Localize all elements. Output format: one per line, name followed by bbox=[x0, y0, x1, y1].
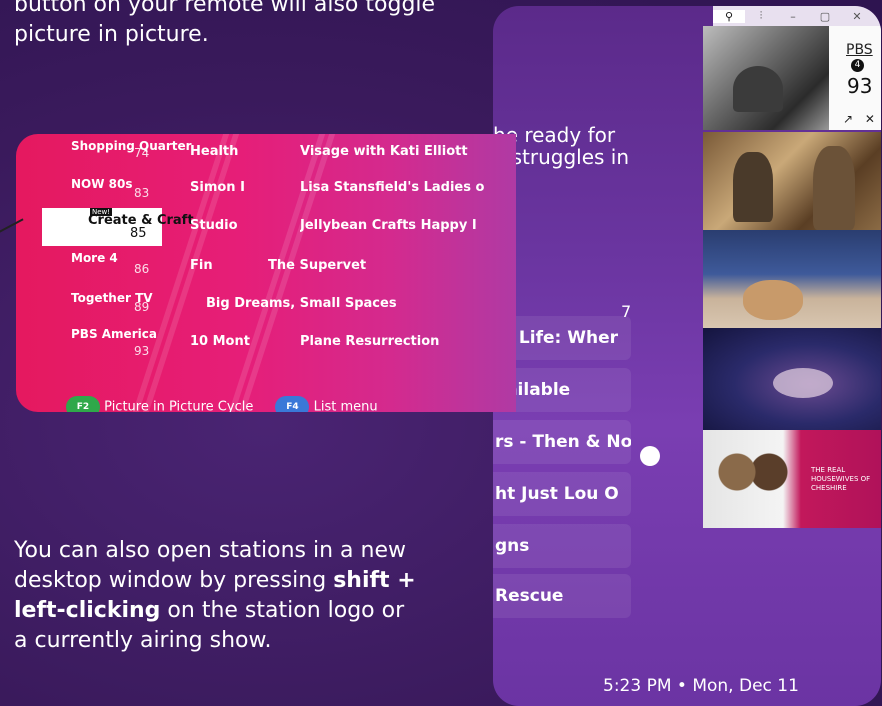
guide-program[interactable]: The Supervet bbox=[268, 258, 488, 273]
channel-number: 83 bbox=[134, 186, 150, 200]
guide-program[interactable]: Plane Resurrection bbox=[300, 334, 500, 349]
window-title-bar: ⚲ ⫶ – ▢ ✕ bbox=[713, 6, 881, 26]
channel-number: 74 bbox=[134, 146, 150, 160]
tutorial-text-bottom: You can also open stations in a new desk… bbox=[14, 536, 424, 656]
channel-logo[interactable]: Shopping Quarter bbox=[71, 140, 192, 152]
pin-icon[interactable]: ⚲ bbox=[713, 9, 745, 23]
list-item[interactable]: rs - Then & No bbox=[493, 420, 631, 464]
list-item[interactable]: gns bbox=[493, 524, 631, 568]
list-item[interactable]: ht Just Lou O bbox=[493, 472, 631, 516]
list-item-label: Rescue bbox=[495, 586, 564, 606]
guide-program[interactable]: Health bbox=[190, 144, 266, 159]
channel-number: 85 bbox=[130, 226, 147, 241]
list-item-label: rs - Then & No bbox=[495, 432, 631, 452]
f2-key-label: Picture in Picture Cycle bbox=[104, 399, 254, 413]
f4-key-button[interactable]: F4 bbox=[275, 396, 310, 412]
sliders-icon[interactable]: ⫶ bbox=[745, 9, 777, 23]
channel-number: 86 bbox=[134, 262, 150, 276]
list-item-label: gns bbox=[495, 536, 530, 556]
guide-divider bbox=[142, 134, 240, 412]
channel-number: 89 bbox=[134, 300, 150, 314]
guide-program[interactable]: Jellybean Crafts Happy I bbox=[300, 218, 500, 233]
list-item-label: ht Just Lou O bbox=[495, 484, 619, 504]
clock: 5:23 PM • Mon, Dec 11 bbox=[603, 676, 799, 696]
channel-logo[interactable]: PBS bbox=[846, 42, 873, 58]
scroll-indicator[interactable] bbox=[640, 446, 660, 466]
tv-app-window: ⚲ ⫶ – ▢ ✕ he ready for a struggles in 7 … bbox=[493, 6, 881, 706]
channel-number: 93 bbox=[134, 344, 150, 358]
pip-video-image bbox=[703, 26, 829, 130]
minimize-icon[interactable]: – bbox=[777, 10, 809, 23]
f4-key-label: List menu bbox=[313, 399, 378, 413]
pip-thumbnail-active[interactable]: PBS 4 93 ↗ ✕ bbox=[703, 26, 881, 130]
maximize-icon[interactable]: ▢ bbox=[809, 10, 841, 23]
channel-logo[interactable]: NOW 80s bbox=[71, 178, 133, 190]
guide-program[interactable]: Fin bbox=[190, 258, 230, 273]
list-item[interactable]: Rescue bbox=[493, 574, 631, 618]
tv-guide-panel: Shopping Quarter 74 Health Visage with K… bbox=[16, 134, 516, 412]
pip-thumbnail[interactable]: THE REAL HOUSEWIVES OF CHESHIRE bbox=[703, 430, 881, 528]
close-icon[interactable]: ✕ bbox=[841, 10, 873, 23]
channel-logo[interactable]: PBS America bbox=[71, 328, 157, 340]
guide-divider bbox=[228, 134, 326, 412]
pip-thumbnail[interactable] bbox=[703, 132, 881, 230]
pip-thumbnail-caption: THE REAL HOUSEWIVES OF CHESHIRE bbox=[811, 466, 871, 492]
channel-number: 93 bbox=[847, 74, 873, 98]
pip-controls: ↗ ✕ bbox=[843, 112, 875, 126]
channel-badge: 4 bbox=[851, 59, 864, 72]
pip-thumbnail[interactable] bbox=[703, 230, 881, 328]
guide-program[interactable]: 10 Mont bbox=[190, 334, 266, 349]
popout-icon[interactable]: ↗ bbox=[843, 112, 853, 126]
guide-program[interactable]: Simon I bbox=[190, 180, 266, 195]
close-pip-icon[interactable]: ✕ bbox=[865, 112, 875, 126]
tutorial-text-top: button on your remote will also toggle p… bbox=[14, 0, 436, 47]
pip-thumbnail[interactable] bbox=[703, 328, 881, 430]
guide-program[interactable]: Big Dreams, Small Spaces bbox=[206, 296, 466, 311]
guide-divider bbox=[238, 134, 336, 412]
guide-program[interactable]: Visage with Kati Elliott bbox=[300, 144, 500, 159]
f2-key-button[interactable]: F2 bbox=[66, 396, 100, 412]
channel-logo[interactable]: More 4 bbox=[71, 252, 118, 264]
guide-program[interactable]: Studio bbox=[190, 218, 254, 233]
guide-footer: F2 Picture in Picture Cycle F4 List menu bbox=[66, 396, 378, 412]
guide-program[interactable]: Lisa Stansfield's Ladies o bbox=[300, 180, 500, 195]
